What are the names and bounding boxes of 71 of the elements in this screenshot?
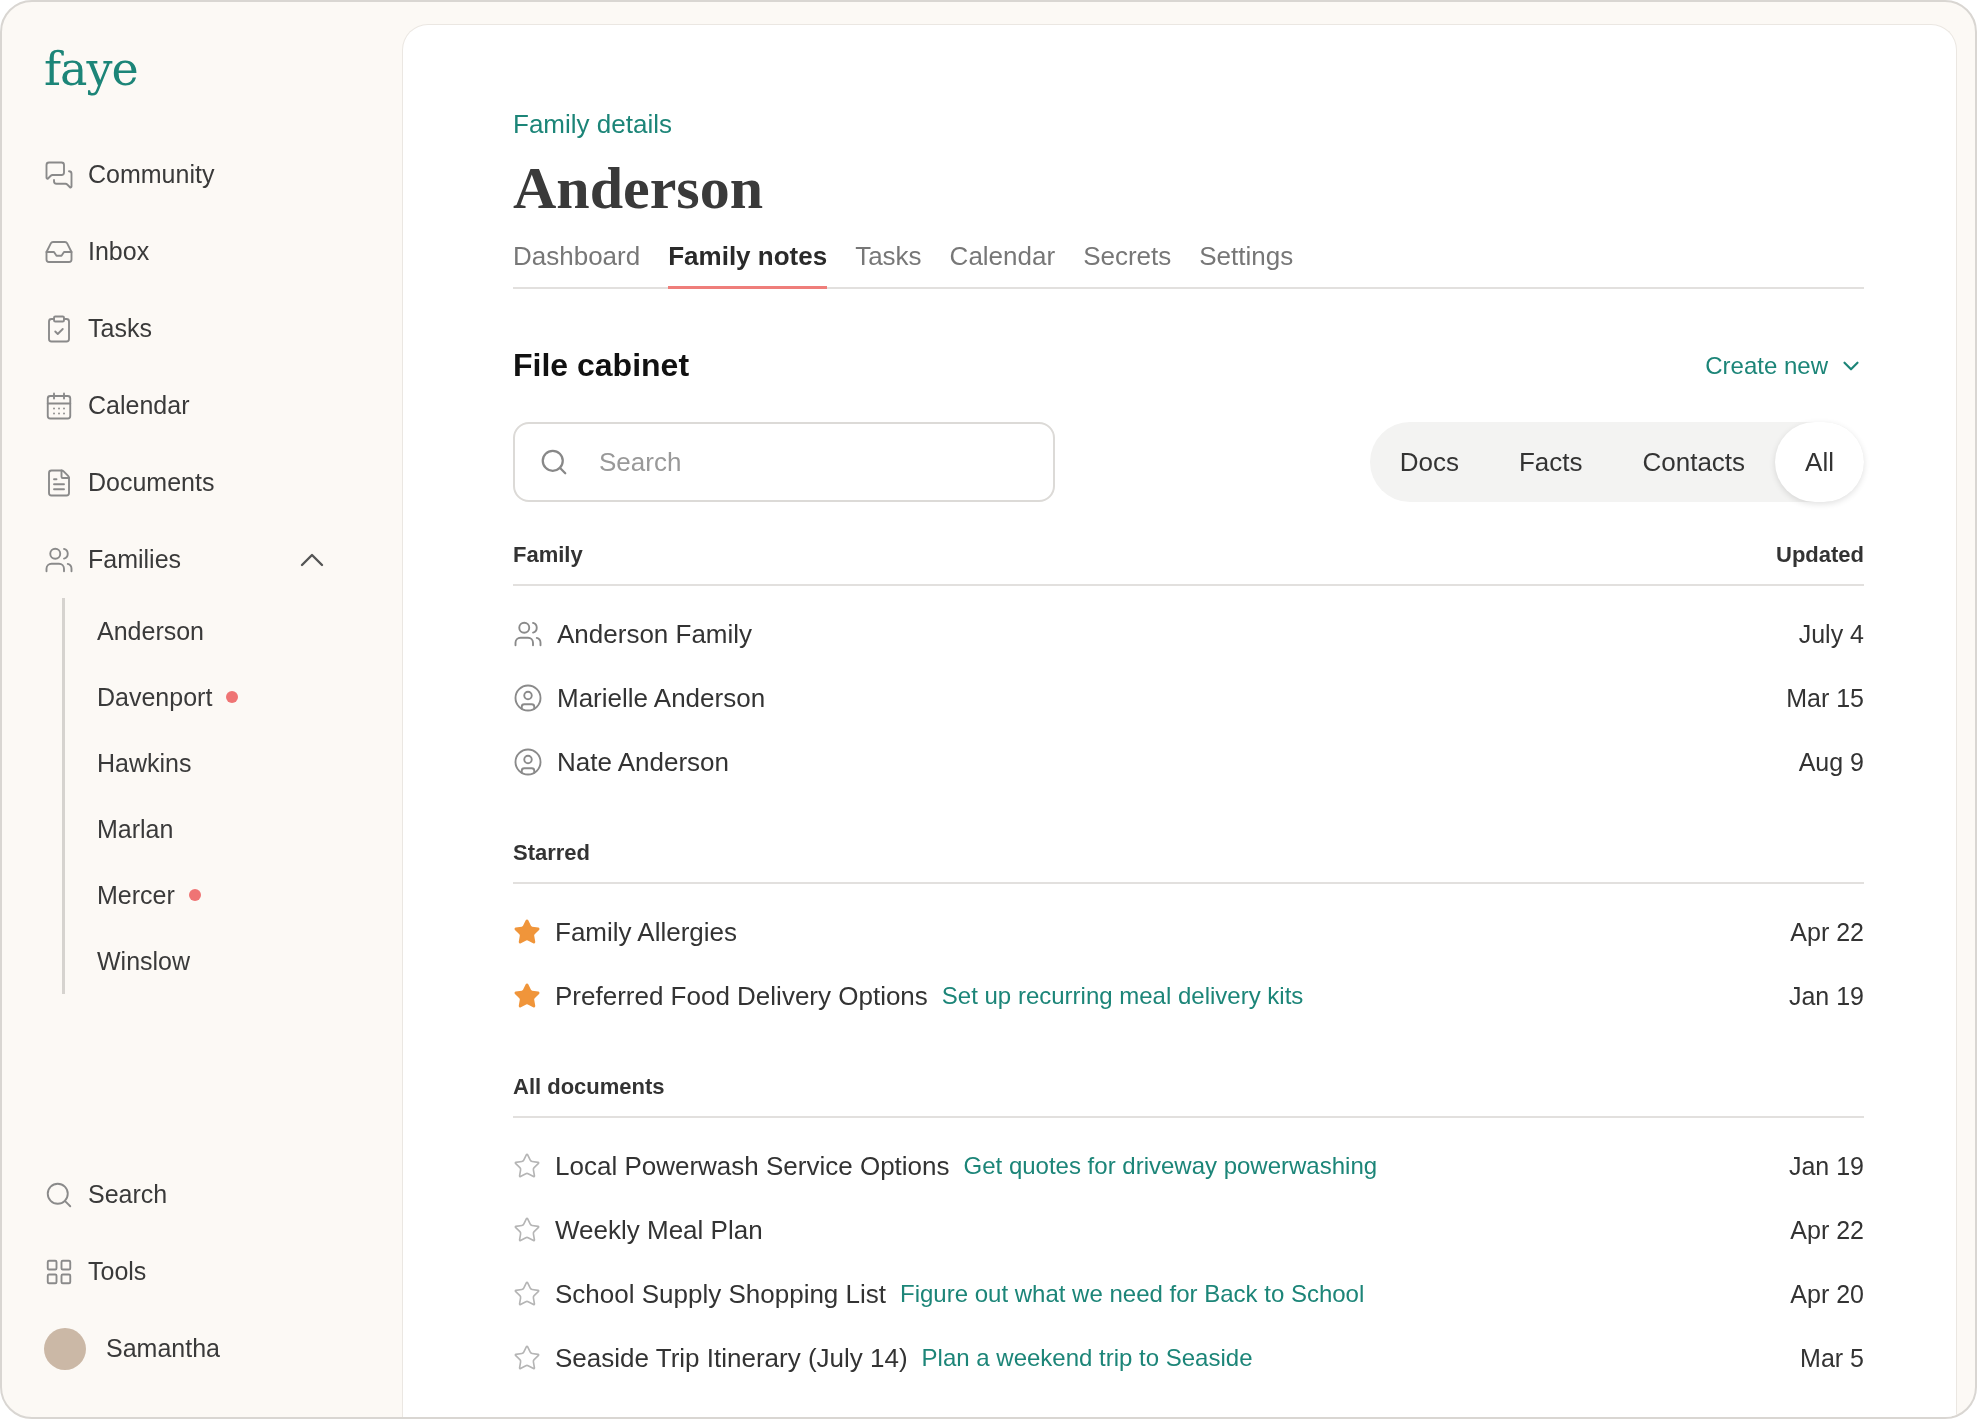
updated-date: Mar 15	[1786, 683, 1864, 713]
tab[interactable]: Dashboard	[513, 233, 641, 289]
item-name[interactable]: Marielle Anderson	[557, 682, 766, 714]
star-button[interactable]	[513, 918, 541, 946]
updated-date: Apr 20	[1790, 1279, 1864, 1309]
filter-option[interactable]: All	[1775, 422, 1864, 502]
breadcrumb-link[interactable]: Family details	[513, 109, 672, 140]
star-button[interactable]	[513, 1344, 541, 1372]
family-link[interactable]: Hawkins	[97, 730, 192, 796]
task-link[interactable]: Plan a weekend trip to Seaside	[921, 1344, 1253, 1372]
nav-item[interactable]: Tasks	[44, 290, 160, 367]
nav-item[interactable]: Tools	[44, 1233, 155, 1310]
logo: faye	[44, 42, 138, 96]
updated-date: Jan 19	[1788, 981, 1864, 1011]
family-link[interactable]: Mercer	[97, 862, 201, 928]
create-new-button[interactable]: Create new	[1705, 351, 1864, 380]
calendar-icon	[44, 390, 74, 421]
item-name[interactable]: Weekly Meal Plan	[555, 1214, 763, 1246]
star-button[interactable]	[513, 1280, 541, 1308]
search-field[interactable]: Search	[513, 422, 1055, 502]
family-link[interactable]: Davenport	[97, 664, 239, 730]
nav-item[interactable]: Community	[44, 136, 223, 213]
nav-item[interactable]: Documents	[44, 444, 223, 521]
nav-item[interactable]: Calendar	[44, 367, 198, 444]
filter-option[interactable]: Docs	[1369, 422, 1489, 502]
updated-date: July 4	[1798, 619, 1864, 649]
group-heading: Starred	[513, 840, 591, 866]
people-icon	[513, 619, 543, 649]
user-menu[interactable]: Samantha	[44, 1310, 228, 1387]
updated-date: Apr 22	[1790, 917, 1864, 947]
family-link[interactable]: Anderson	[97, 598, 205, 664]
item-name[interactable]: Seaside Trip Itinerary (July 14)	[555, 1342, 908, 1374]
item-name[interactable]: School Supply Shopping List	[555, 1278, 886, 1310]
item-name[interactable]: Family Allergies	[555, 916, 738, 948]
filter-option[interactable]: Facts	[1488, 422, 1613, 502]
tab[interactable]: Family notes	[668, 233, 828, 289]
tab[interactable]: Secrets	[1083, 233, 1172, 289]
section-title: File cabinet	[513, 347, 690, 384]
updated-date: Apr 22	[1790, 1215, 1864, 1245]
star-button[interactable]	[513, 982, 541, 1010]
filter-option[interactable]: Contacts	[1612, 422, 1776, 502]
column-heading: Updated	[1776, 542, 1864, 568]
group-heading: Family	[513, 542, 583, 568]
family-link[interactable]: Marlan	[97, 796, 174, 862]
nav-item[interactable]: Search	[44, 1156, 176, 1233]
updated-date: Jan 19	[1788, 1151, 1864, 1181]
collapse-button[interactable]	[300, 552, 324, 567]
chat-bubbles-icon	[44, 159, 74, 190]
item-name[interactable]: Nate Anderson	[557, 746, 729, 778]
user-circle-icon	[513, 683, 543, 713]
updated-date: Mar 5	[1800, 1343, 1864, 1373]
family-link[interactable]: Winslow	[97, 928, 191, 994]
task-link[interactable]: Figure out what we need for Back to School	[900, 1280, 1365, 1308]
group-heading: All documents	[513, 1074, 665, 1100]
tab[interactable]: Tasks	[855, 233, 922, 289]
task-link[interactable]: Get quotes for driveway powerwashing	[963, 1152, 1378, 1180]
task-link[interactable]: Set up recurring meal delivery kits	[941, 982, 1304, 1010]
star-button[interactable]	[513, 1216, 541, 1244]
star-button[interactable]	[513, 1152, 541, 1180]
nav-item[interactable]: Families	[44, 521, 190, 598]
updated-date: Aug 9	[1798, 747, 1864, 777]
tab[interactable]: Calendar	[949, 233, 1056, 289]
item-name[interactable]: Anderson Family	[557, 618, 753, 650]
search-icon	[539, 447, 569, 477]
nav-item[interactable]: Inbox	[44, 213, 158, 290]
user-circle-icon	[513, 747, 543, 777]
avatar	[44, 1327, 86, 1370]
page-title: Anderson	[513, 154, 764, 223]
item-name[interactable]: Local Powerwash Service Options	[555, 1150, 950, 1182]
item-name[interactable]: Preferred Food Delivery Options	[555, 980, 928, 1012]
tab[interactable]: Settings	[1199, 233, 1294, 289]
